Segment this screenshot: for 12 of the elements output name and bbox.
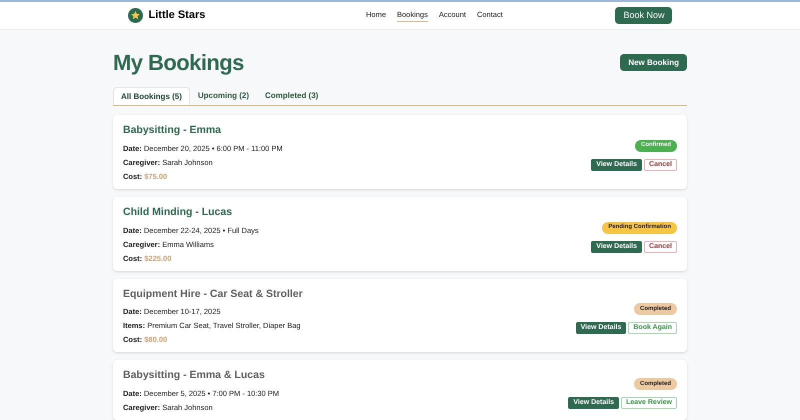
new-booking-button[interactable]: New Booking [620, 54, 687, 71]
booking-title: Equipment Hire - Car Seat & Stroller [123, 286, 303, 302]
book-now-button[interactable]: Book Now [615, 7, 672, 24]
page-title: My Bookings [113, 49, 244, 77]
tab[interactable]: All Bookings (5) [113, 87, 190, 105]
booking-title: Babysitting - Emma [123, 123, 222, 138]
tab[interactable]: Upcoming (2) [190, 87, 257, 105]
booking-title: Babysitting - Emma & Lucas [123, 368, 266, 384]
brand-name: Little Stars [148, 8, 206, 24]
booking-title: Child Minding - Lucas [123, 204, 234, 220]
star-logo-icon [128, 8, 142, 23]
tab[interactable]: Completed (3) [257, 87, 326, 105]
